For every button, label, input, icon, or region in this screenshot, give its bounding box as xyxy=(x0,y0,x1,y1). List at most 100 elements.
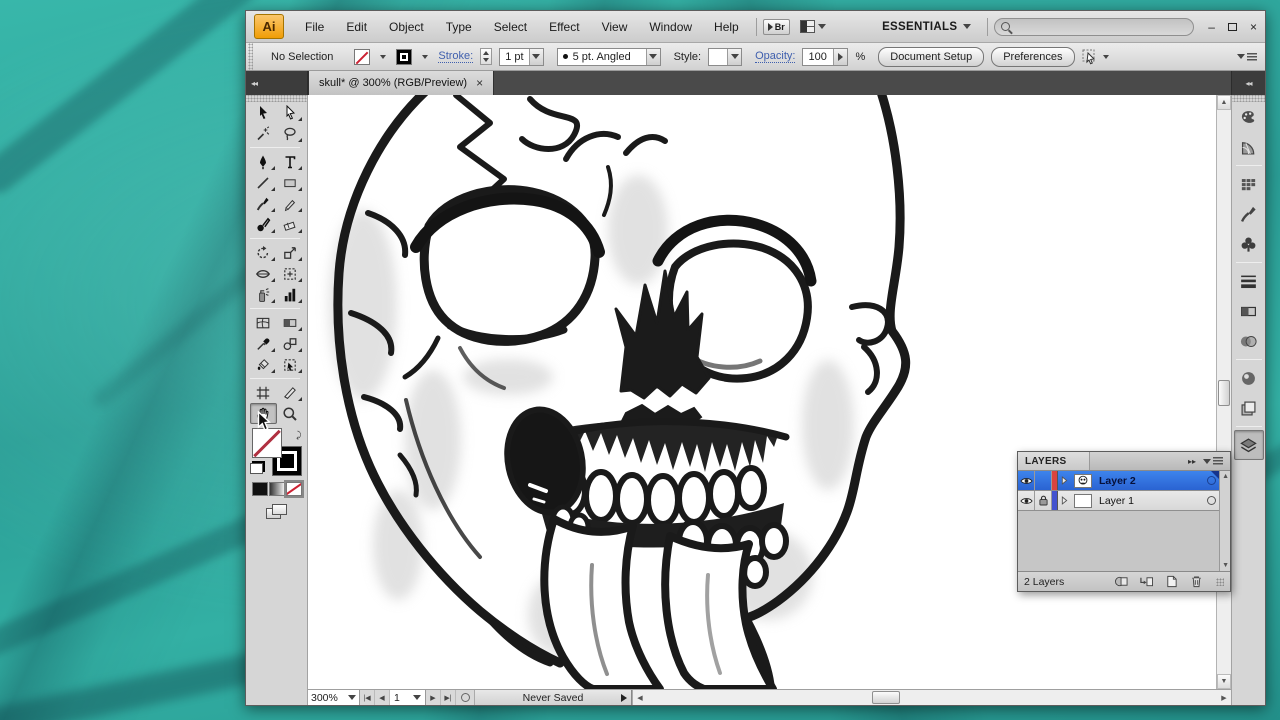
layers-panel-button[interactable] xyxy=(1234,430,1264,460)
chevron-down-icon[interactable] xyxy=(529,49,543,65)
toolbar-collapse-button[interactable]: ◂◂ xyxy=(246,71,308,95)
selection-tool[interactable] xyxy=(250,102,277,123)
color-panel-button[interactable] xyxy=(1234,102,1264,132)
search-input[interactable] xyxy=(994,18,1194,36)
workspace-switcher[interactable]: ESSENTIALS xyxy=(882,21,971,33)
vertical-scrollbar[interactable]: ▲ ▼ xyxy=(1216,95,1231,689)
stroke-panel-link[interactable]: Stroke: xyxy=(438,50,473,63)
line-segment-tool[interactable] xyxy=(250,172,277,193)
layer-row[interactable]: Layer 2 xyxy=(1018,471,1230,491)
layer-expand-arrow-icon[interactable] xyxy=(1058,471,1071,490)
eraser-tool[interactable] xyxy=(277,214,304,235)
scroll-down-arrow[interactable]: ▼ xyxy=(1222,562,1229,569)
fill-color-swatch[interactable] xyxy=(354,49,370,65)
none-button[interactable] xyxy=(286,482,302,496)
paintbrush-tool[interactable] xyxy=(250,193,277,214)
menu-edit[interactable]: Edit xyxy=(335,15,378,39)
opacity-spinner[interactable] xyxy=(833,49,847,65)
swap-fill-stroke-button[interactable]: ⤸ xyxy=(296,430,301,441)
eyedropper-tool[interactable] xyxy=(250,333,277,354)
scroll-up-arrow[interactable]: ▲ xyxy=(1217,95,1231,110)
preferences-button[interactable]: Preferences xyxy=(991,47,1074,67)
layer-row[interactable]: Layer 1 xyxy=(1018,491,1230,511)
type-tool[interactable] xyxy=(277,151,304,172)
stroke-weight-stepper[interactable] xyxy=(480,48,492,65)
save-status-box[interactable]: Never Saved xyxy=(474,690,632,705)
panel-resize-grip[interactable] xyxy=(1216,578,1224,586)
live-paint-selection-tool[interactable] xyxy=(277,354,304,375)
graphic-styles-panel-button[interactable] xyxy=(1234,393,1264,423)
scroll-right-arrow[interactable]: ▶ xyxy=(1217,690,1231,705)
mesh-tool[interactable] xyxy=(250,312,277,333)
make-clipping-mask-button[interactable] xyxy=(1114,575,1129,588)
vertical-scroll-thumb[interactable] xyxy=(1218,380,1230,406)
panel-collapse-icon[interactable]: ▸▸ xyxy=(1188,457,1196,466)
gradient-panel-button[interactable] xyxy=(1234,296,1264,326)
pen-tool[interactable] xyxy=(250,151,277,172)
delete-layer-button[interactable] xyxy=(1189,575,1204,588)
new-layer-button[interactable] xyxy=(1164,575,1179,588)
direct-selection-tool[interactable] xyxy=(277,102,304,123)
artboard-canvas[interactable] xyxy=(308,95,1216,689)
magic-wand-tool[interactable] xyxy=(250,123,277,144)
symbols-panel-button[interactable] xyxy=(1234,229,1264,259)
menu-view[interactable]: View xyxy=(591,15,639,39)
arrange-documents-button[interactable] xyxy=(800,20,826,33)
layer-thumbnail[interactable] xyxy=(1071,471,1095,490)
blob-brush-tool[interactable] xyxy=(250,214,277,235)
zoom-level-combo[interactable]: 300% xyxy=(308,690,360,705)
gradient-button[interactable] xyxy=(269,482,285,496)
dock-collapse-button[interactable]: ◂◂ xyxy=(1231,71,1265,95)
layer-name[interactable]: Layer 2 xyxy=(1095,471,1203,490)
layer-lock-toggle[interactable] xyxy=(1035,491,1052,510)
default-fill-stroke-button[interactable] xyxy=(250,463,263,474)
stroke-panel-button[interactable] xyxy=(1234,266,1264,296)
go-to-bridge-button[interactable]: Br xyxy=(763,19,790,35)
blend-tool[interactable] xyxy=(277,333,304,354)
lasso-tool[interactable] xyxy=(277,123,304,144)
fill-dropdown[interactable] xyxy=(377,49,389,65)
live-paint-bucket-tool[interactable] xyxy=(250,354,277,375)
close-button[interactable]: × xyxy=(1250,20,1257,34)
new-sublayer-button[interactable] xyxy=(1139,575,1154,588)
status-menu-arrow-icon[interactable] xyxy=(621,694,627,702)
layer-visibility-toggle[interactable] xyxy=(1018,471,1035,490)
swatches-panel-button[interactable] xyxy=(1234,169,1264,199)
brush-definition-combo[interactable]: 5 pt. Angled xyxy=(557,48,661,66)
document-setup-button[interactable]: Document Setup xyxy=(878,47,984,67)
last-artboard-button[interactable]: ▶| xyxy=(441,690,456,705)
horizontal-scroll-thumb[interactable] xyxy=(872,691,900,704)
menu-object[interactable]: Object xyxy=(378,15,435,39)
color-button[interactable] xyxy=(252,482,268,496)
layer-visibility-toggle[interactable] xyxy=(1018,491,1035,510)
stroke-color-swatch[interactable] xyxy=(396,49,412,65)
layers-tab[interactable]: LAYERS xyxy=(1018,452,1090,470)
maximize-button[interactable] xyxy=(1228,23,1237,31)
panel-grip[interactable] xyxy=(248,43,253,70)
brushes-panel-button[interactable] xyxy=(1234,199,1264,229)
rectangle-tool[interactable] xyxy=(277,172,304,193)
rotate-tool[interactable] xyxy=(250,242,277,263)
layer-thumbnail[interactable] xyxy=(1071,491,1095,510)
layers-scrollbar[interactable]: ▲ ▼ xyxy=(1219,471,1230,571)
opacity-combo[interactable]: 100 xyxy=(802,48,848,66)
appearance-panel-button[interactable] xyxy=(1234,363,1264,393)
symbol-sprayer-tool[interactable] xyxy=(250,284,277,305)
free-transform-tool[interactable] xyxy=(277,263,304,284)
scroll-left-arrow[interactable]: ◀ xyxy=(633,690,647,705)
select-similar-button[interactable] xyxy=(1082,49,1112,65)
menu-type[interactable]: Type xyxy=(435,15,483,39)
panel-drag-handle[interactable] xyxy=(1232,95,1265,102)
control-panel-menu-button[interactable] xyxy=(1237,53,1259,61)
stroke-weight-combo[interactable]: 1 pt xyxy=(499,48,543,66)
previous-artboard-button[interactable]: ◀ xyxy=(375,690,390,705)
scroll-down-arrow[interactable]: ▼ xyxy=(1217,674,1231,689)
layer-lock-toggle[interactable] xyxy=(1035,471,1052,490)
layers-panel-menu-button[interactable] xyxy=(1203,457,1225,465)
menu-file[interactable]: File xyxy=(294,15,335,39)
illustrator-logo-icon[interactable]: Ai xyxy=(254,14,284,39)
layer-name[interactable]: Layer 1 xyxy=(1095,491,1203,510)
color-guide-panel-button[interactable] xyxy=(1234,132,1264,162)
chevron-down-icon[interactable] xyxy=(727,49,741,65)
menu-effect[interactable]: Effect xyxy=(538,15,590,39)
